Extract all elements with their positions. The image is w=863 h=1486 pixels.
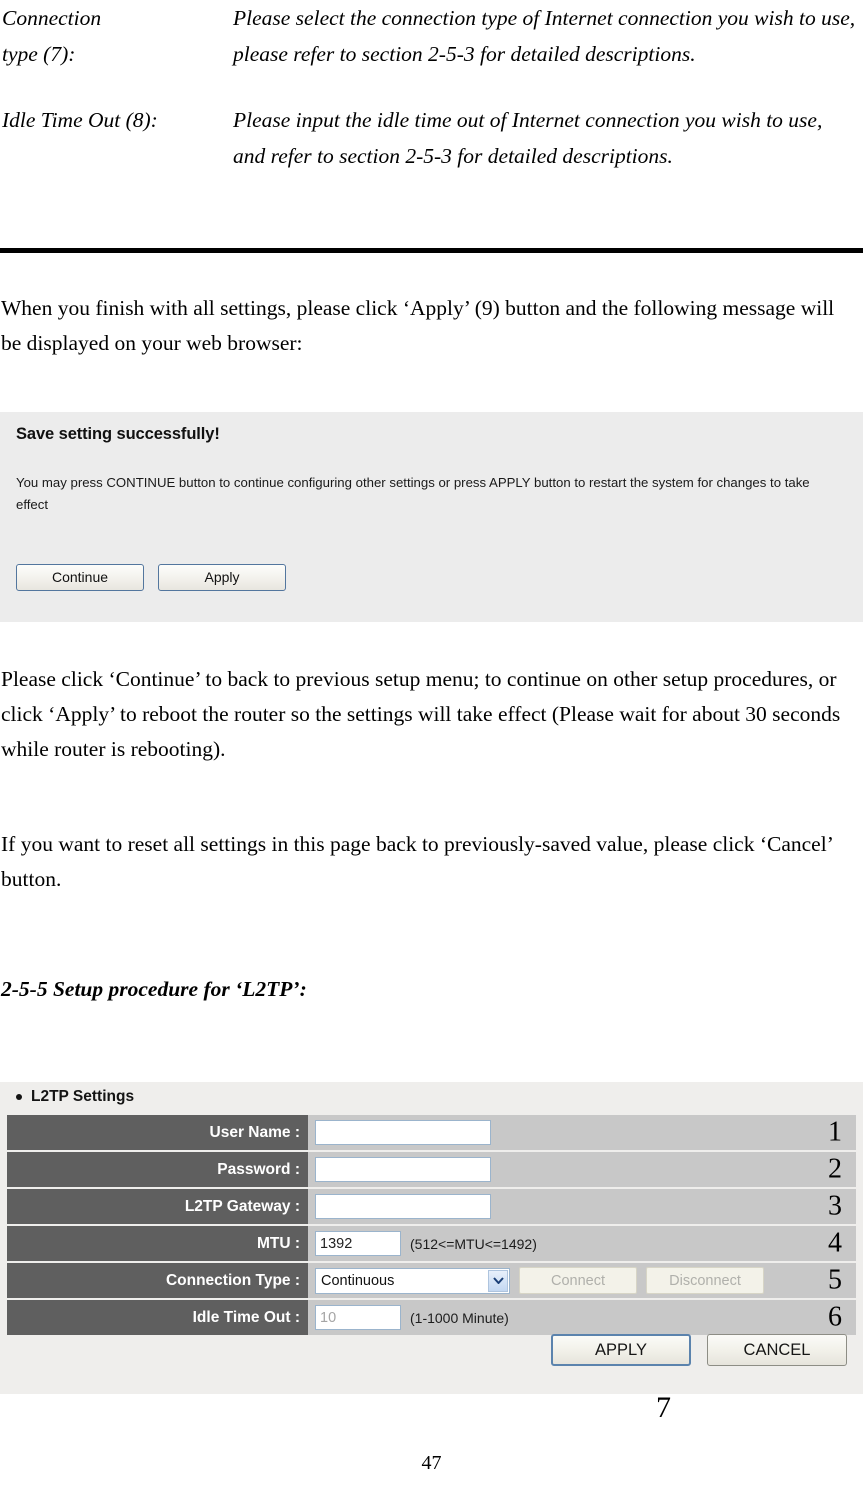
chevron-down-icon[interactable] xyxy=(488,1269,508,1292)
table-row: User Name : 1 xyxy=(7,1115,856,1150)
row-field: 10 (1-1000 Minute) 6 xyxy=(308,1300,856,1335)
row-label-l2tp-gateway: L2TP Gateway : xyxy=(7,1189,308,1224)
row-label-password: Password : xyxy=(7,1152,308,1187)
row-label-connection-type: Connection Type : xyxy=(7,1263,308,1298)
mtu-range-hint: (512<=MTU<=1492) xyxy=(410,1235,537,1252)
mtu-input[interactable]: 1392 xyxy=(315,1231,401,1256)
continue-explanation-paragraph: Please click ‘Continue’ to back to previ… xyxy=(1,667,841,761)
l2tp-form-table: User Name : 1 Password : 2 L2TP Gateway … xyxy=(7,1115,856,1337)
apply-settings-button[interactable]: APPLY xyxy=(551,1334,691,1366)
continue-button[interactable]: Continue xyxy=(16,564,144,591)
definition-row-connection-type: Connection type (7): Please select the c… xyxy=(0,0,863,72)
callout-number: 4 xyxy=(828,1226,842,1258)
cancel-explanation-paragraph: If you want to reset all settings in thi… xyxy=(1,832,833,891)
l2tp-settings-panel: L2TP Settings User Name : 1 Password : 2… xyxy=(0,1082,863,1394)
idle-time-out-range-hint: (1-1000 Minute) xyxy=(410,1309,509,1326)
callout-number: 6 xyxy=(828,1300,842,1332)
definition-term-line2: type (7): xyxy=(2,42,76,66)
row-field: Continuous Connect Disconnect 5 xyxy=(308,1263,856,1298)
connection-type-select[interactable]: Continuous xyxy=(315,1267,510,1294)
table-row: Password : 2 xyxy=(7,1152,856,1187)
table-row: MTU : 1392 (512<=MTU<=1492) 4 xyxy=(7,1226,856,1261)
callout-number: 3 xyxy=(828,1189,842,1221)
page-number: 47 xyxy=(421,1452,442,1474)
dialog-button-group: Continue Apply xyxy=(16,564,286,591)
cancel-settings-button[interactable]: CANCEL xyxy=(707,1334,847,1366)
callout-number: 2 xyxy=(828,1152,842,1184)
disconnect-button[interactable]: Disconnect xyxy=(646,1267,764,1294)
definition-term-line1: Connection xyxy=(2,6,102,30)
panel-header-label: L2TP Settings xyxy=(31,1088,135,1105)
bullet-icon xyxy=(16,1094,22,1100)
table-row: Connection Type : Continuous Connect Dis… xyxy=(7,1263,856,1298)
row-field: 2 xyxy=(308,1152,856,1187)
panel-header: L2TP Settings xyxy=(16,1088,134,1106)
horizontal-rule xyxy=(0,248,863,253)
row-field: 3 xyxy=(308,1189,856,1224)
row-field: 1392 (512<=MTU<=1492) 4 xyxy=(308,1226,856,1261)
save-setting-dialog: Save setting successfully! You may press… xyxy=(0,412,863,622)
definition-row-idle-time-out: Idle Time Out (8): Please input the idle… xyxy=(0,102,863,174)
apply-button[interactable]: Apply xyxy=(158,564,286,591)
callout-number: 5 xyxy=(828,1263,842,1295)
l2tp-gateway-input[interactable] xyxy=(315,1194,491,1219)
definition-term: Idle Time Out (8): xyxy=(2,108,158,132)
user-name-input[interactable] xyxy=(315,1120,491,1145)
definition-description: Please select the connection type of Int… xyxy=(233,6,856,66)
definition-description: Please input the idle time out of Intern… xyxy=(233,108,823,168)
panel-action-buttons: APPLY CANCEL xyxy=(551,1334,847,1366)
callout-number: 1 xyxy=(828,1115,842,1147)
connection-type-selected-value: Continuous xyxy=(321,1272,395,1289)
definition-term: Connection type (7): xyxy=(0,0,233,72)
table-row: L2TP Gateway : 3 xyxy=(7,1189,856,1224)
row-label-idle-time-out: Idle Time Out : xyxy=(7,1300,308,1335)
idle-time-out-input[interactable]: 10 xyxy=(315,1305,401,1330)
dialog-body-text: You may press CONTINUE button to continu… xyxy=(16,475,810,512)
connect-button[interactable]: Connect xyxy=(519,1267,637,1294)
password-input[interactable] xyxy=(315,1157,491,1182)
row-field: 1 xyxy=(308,1115,856,1150)
callout-number-7: 7 xyxy=(656,1391,671,1424)
section-heading: 2-5-5 Setup procedure for ‘L2TP’: xyxy=(1,977,307,1001)
row-label-mtu: MTU : xyxy=(7,1226,308,1261)
row-label-user-name: User Name : xyxy=(7,1115,308,1150)
intro-paragraph: When you finish with all settings, pleas… xyxy=(1,296,835,355)
dialog-title: Save setting successfully! xyxy=(16,425,220,443)
definition-list: Connection type (7): Please select the c… xyxy=(0,0,863,174)
table-row: Idle Time Out : 10 (1-1000 Minute) 6 xyxy=(7,1300,856,1335)
